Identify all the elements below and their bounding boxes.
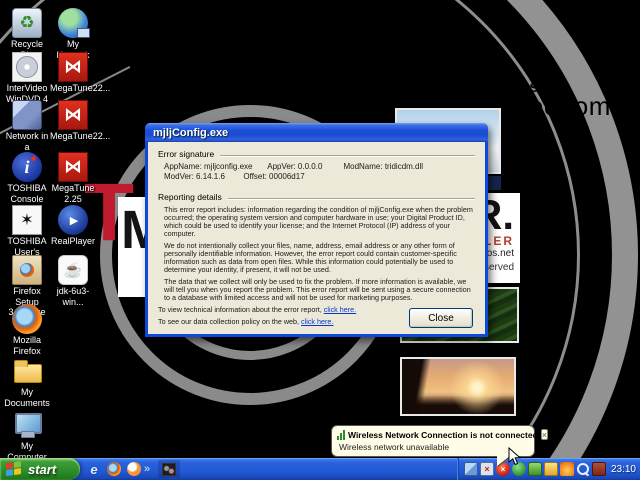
archive-yellow-icon[interactable] bbox=[543, 462, 558, 476]
jdk-6u3-win-icon bbox=[58, 255, 88, 285]
desktop-icon-toshiba-console[interactable]: TOSHIBAConsole bbox=[4, 152, 50, 204]
desktop-icon-label: TOSHIBA Console bbox=[7, 183, 47, 204]
realplayer-icon bbox=[58, 205, 88, 235]
error-dialog: mjljConfig.exe Error signature AppName: … bbox=[145, 123, 488, 337]
mod-name-value: ModName: tridicdm.dll bbox=[343, 162, 424, 171]
reporting-paragraph-1: This error report includes: information … bbox=[164, 205, 473, 238]
desktop-icon-my-computer[interactable]: My Computer bbox=[4, 410, 50, 462]
headline-main: freedom. bbox=[512, 91, 619, 121]
firefox-icon[interactable] bbox=[106, 461, 122, 477]
desktop-icon-my-documents[interactable]: My Documents bbox=[4, 356, 50, 408]
reporting-details-section: Reporting details bbox=[158, 192, 475, 202]
data-policy-text: To see our data collection policy on the… bbox=[158, 317, 302, 326]
technical-info-link[interactable]: click here. bbox=[324, 305, 356, 314]
desktop-icon-jdk-6u3-win[interactable]: jdk-6u3-win... bbox=[50, 255, 96, 307]
desktop-icon-label: My Documents bbox=[4, 387, 50, 408]
quick-launch-chevron[interactable]: » bbox=[144, 463, 150, 475]
running-app-icon bbox=[162, 462, 177, 476]
reporting-paragraph-3: The data that we collect will only be us… bbox=[164, 277, 471, 302]
start-label: start bbox=[28, 461, 57, 477]
reporting-details-label: Reporting details bbox=[158, 192, 222, 202]
desktop-icon-label: MegaTune22... bbox=[50, 131, 111, 141]
desktop-icon-label: RealPlayer bbox=[50, 236, 96, 246]
notification-balloon: Wireless Network Connection is not conne… bbox=[331, 425, 549, 457]
wireless-icon bbox=[337, 429, 345, 440]
search-magnifier-icon[interactable] bbox=[576, 462, 590, 476]
section-rule bbox=[227, 197, 475, 199]
desktop-icon-megatune-2-25[interactable]: MegaTune2.25 bbox=[50, 152, 96, 204]
firefox-setup-icon bbox=[12, 255, 42, 285]
error-signature-section: Error signature bbox=[158, 149, 475, 159]
status-green-icon[interactable] bbox=[511, 462, 526, 476]
my-computer-icon bbox=[12, 410, 42, 440]
balloon-title: Wireless Network Connection is not conne… bbox=[348, 429, 538, 440]
intervideo-windvd-4-icon bbox=[12, 52, 42, 82]
sunset-photo bbox=[400, 357, 516, 416]
desktop: T M R. LER os.net served Choose freedom.… bbox=[0, 0, 640, 480]
desktop-icon-label: jdk-6u3-win... bbox=[56, 286, 90, 307]
desktop-icon-megatune22-2[interactable]: MegaTune22... bbox=[50, 100, 111, 142]
balloon-body: Wireless network unavailable bbox=[339, 442, 450, 452]
quick-launch: e bbox=[86, 461, 142, 477]
desktop-icon-realplayer[interactable]: RealPlayer bbox=[50, 205, 96, 247]
error-signature-values: AppName: mjljconfig.exe AppVer: 0.0.0.0 … bbox=[164, 162, 475, 182]
balloon-close-icon[interactable]: × bbox=[540, 429, 549, 440]
start-button[interactable]: start bbox=[0, 458, 80, 480]
technical-info-text: To view technical information about the … bbox=[158, 305, 324, 314]
desktop-icon-mozilla-firefox[interactable]: Mozilla Firefox bbox=[4, 304, 50, 356]
error-dialog-titlebar[interactable]: mjljConfig.exe bbox=[145, 123, 488, 142]
taskbar: start e » × × 23:10 bbox=[0, 458, 640, 480]
system-tray: × × 23:10 bbox=[457, 458, 640, 480]
data-policy-link[interactable]: click here. bbox=[301, 317, 333, 326]
desktop-icon-intervideo-windvd-4[interactable]: InterVideo WinDVD 4 bbox=[4, 52, 50, 104]
wallpaper-headline: Choose freedom. bbox=[486, 78, 619, 119]
toshiba-console-icon bbox=[12, 152, 42, 182]
megatune22-1-icon bbox=[58, 52, 88, 82]
wireless-disconnected-icon[interactable]: × bbox=[479, 462, 494, 476]
media-player-icon[interactable] bbox=[126, 461, 142, 477]
recycle-bin-icon bbox=[12, 8, 42, 38]
my-network-places-icon bbox=[58, 8, 90, 38]
update-orange-icon[interactable] bbox=[559, 462, 574, 476]
windows-logo-icon bbox=[6, 461, 23, 477]
balloon-tail bbox=[497, 455, 511, 466]
app-name-value: AppName: mjljconfig.exe bbox=[164, 162, 253, 171]
clock[interactable]: 23:10 bbox=[611, 464, 636, 475]
mozilla-firefox-icon bbox=[12, 304, 42, 334]
internet-explorer-icon[interactable]: e bbox=[86, 461, 102, 477]
network-in-a-box-icon bbox=[12, 100, 42, 130]
app-ver-value: AppVer: 0.0.0.0 bbox=[267, 162, 323, 171]
offset-value: Offset: 00006d17 bbox=[243, 172, 305, 181]
taskbar-app-button[interactable] bbox=[158, 460, 181, 478]
error-dialog-title: mjljConfig.exe bbox=[153, 126, 229, 139]
megatune-2-25-icon bbox=[58, 152, 88, 182]
error-signature-label: Error signature bbox=[158, 149, 215, 159]
desktop-icon-megatune22-1[interactable]: MegaTune22... bbox=[50, 52, 111, 94]
app-maroon-icon[interactable] bbox=[591, 462, 606, 476]
reporting-paragraph-2: We do not intentionally collect your fil… bbox=[164, 241, 457, 274]
status-green-2-icon[interactable] bbox=[527, 462, 542, 476]
mod-ver-value: ModVer: 6.14.1.6 bbox=[164, 172, 225, 181]
my-documents-icon bbox=[12, 356, 42, 386]
desktop-icon-label: MegaTune 2.25 bbox=[51, 183, 95, 204]
toshiba-users-manual-icon bbox=[12, 205, 42, 235]
megatune22-2-icon bbox=[58, 100, 88, 130]
desktop-icon-label: MegaTune22... bbox=[50, 83, 111, 93]
network-connections-icon[interactable] bbox=[463, 462, 478, 476]
close-button[interactable]: Close bbox=[409, 308, 473, 328]
desktop-icon-label: Mozilla Firefox bbox=[12, 335, 41, 356]
error-dialog-body: Error signature AppName: mjljconfig.exe … bbox=[148, 142, 485, 334]
section-rule bbox=[220, 154, 475, 156]
